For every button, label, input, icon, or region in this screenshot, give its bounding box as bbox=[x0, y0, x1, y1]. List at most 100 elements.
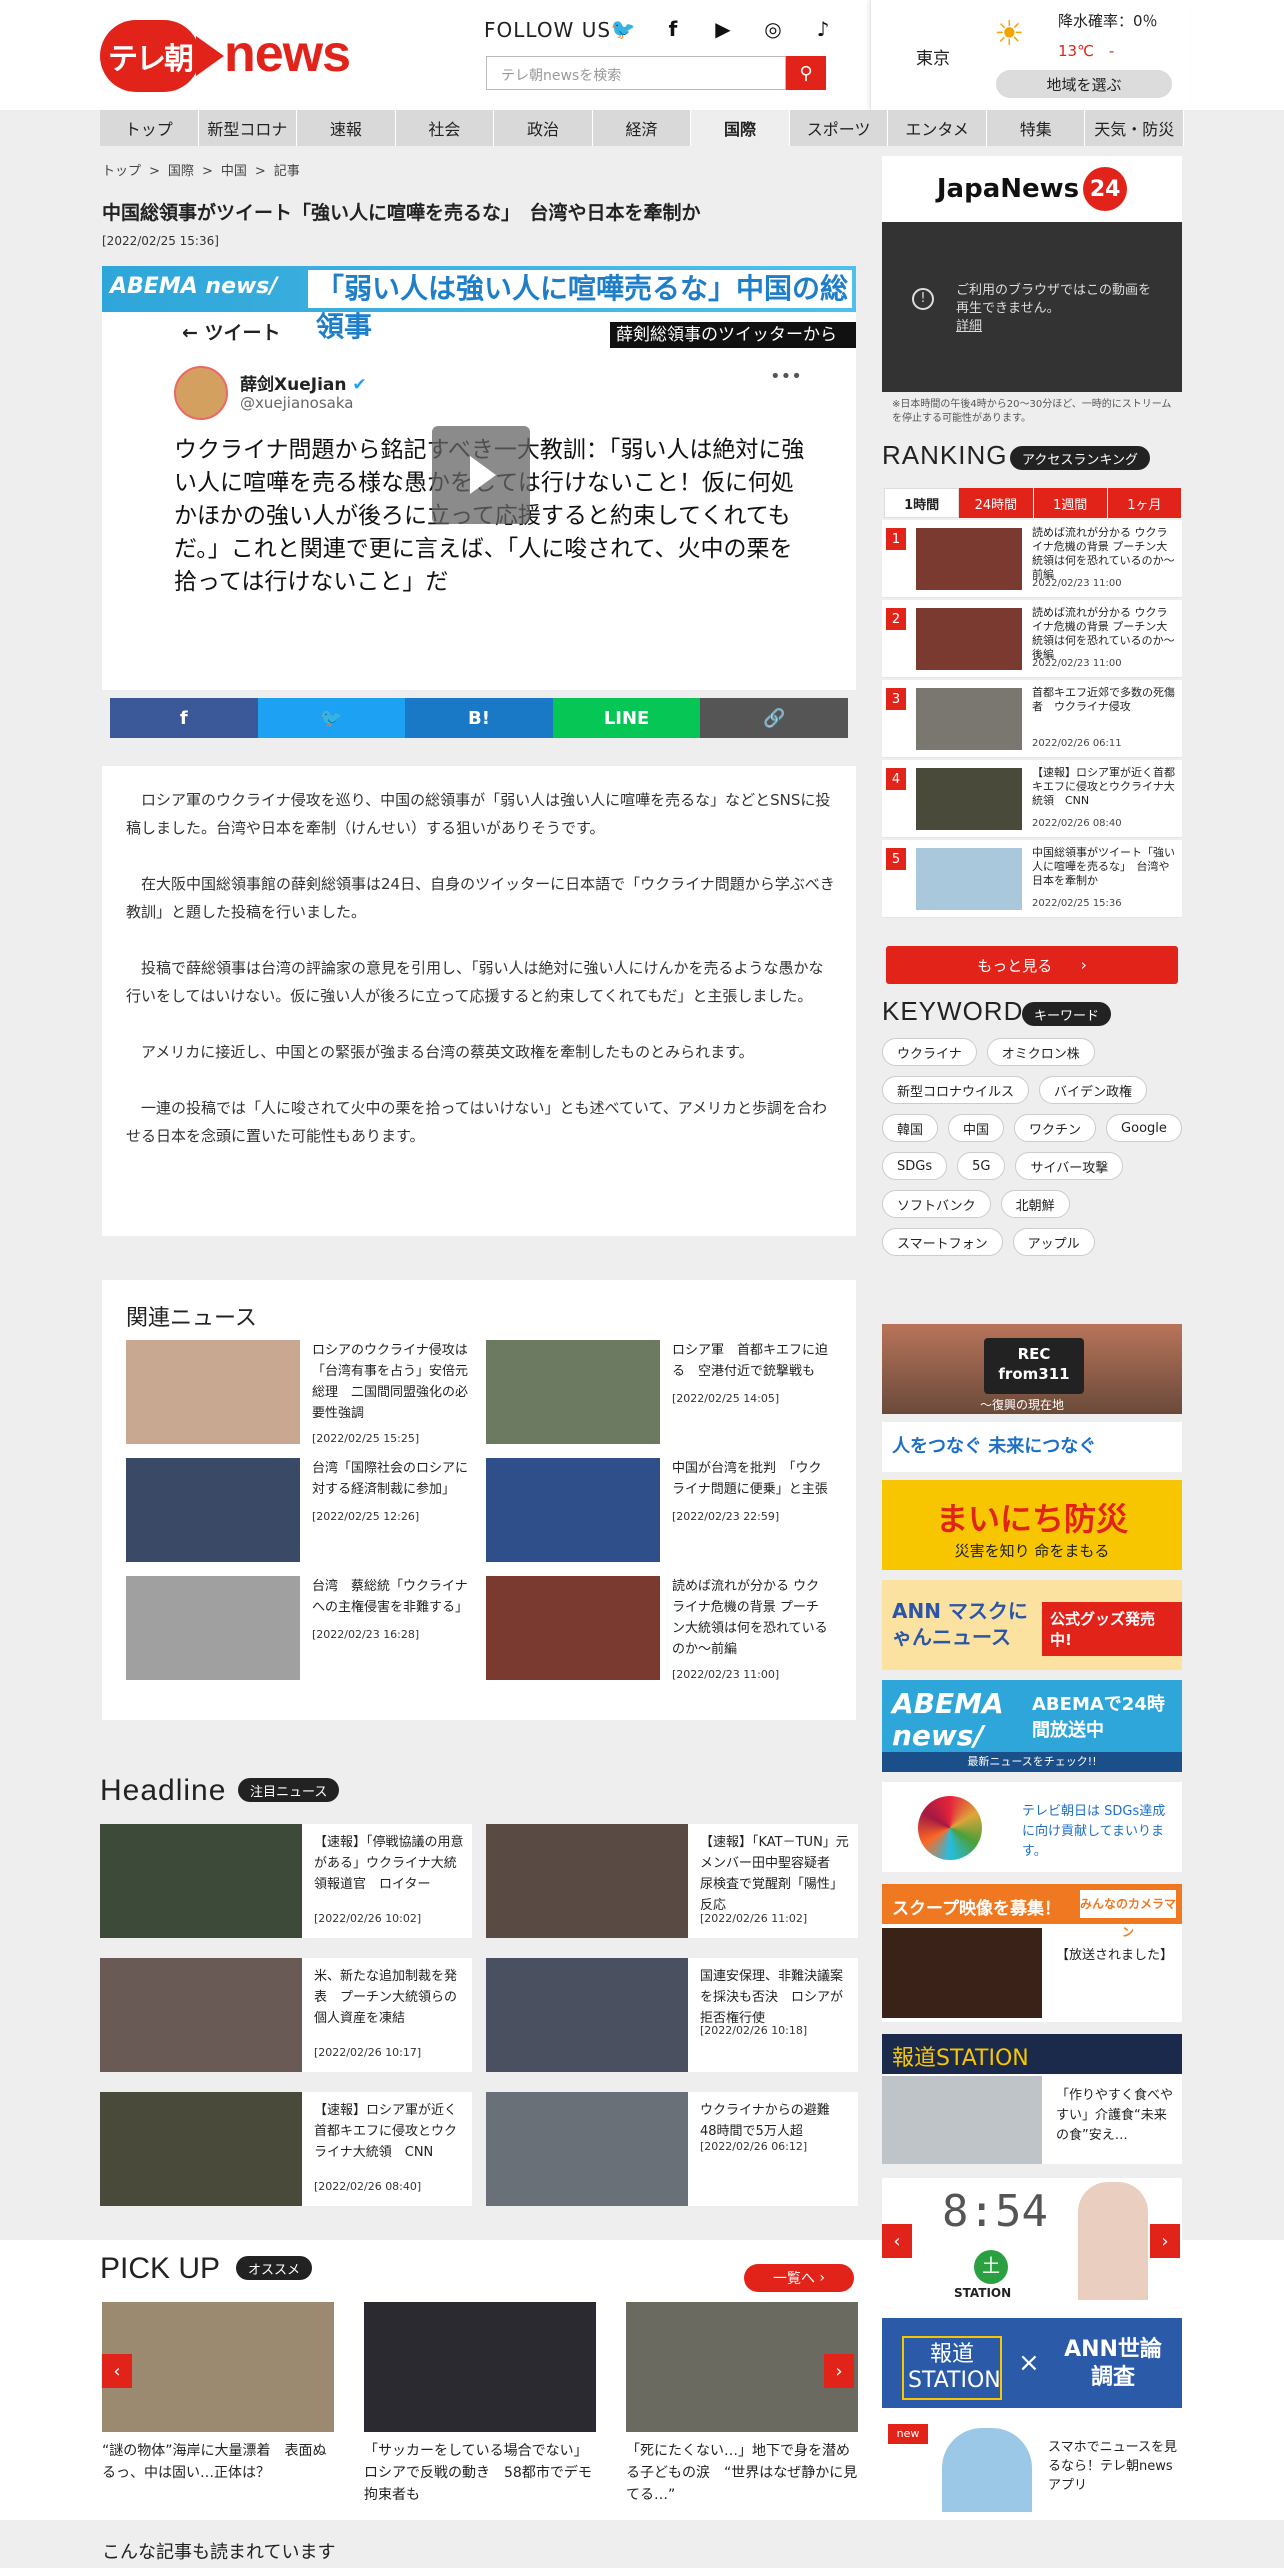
ranking-thumbnail bbox=[916, 608, 1022, 670]
nav-item[interactable]: スポーツ bbox=[789, 110, 889, 146]
headline-item[interactable]: 米、新たな追加制裁を発表 プーチン大統領らの個人資産を凍結 [2022/02/26… bbox=[100, 1958, 472, 2072]
headline-item[interactable]: 【速報】「停戦協議の用意がある」ウクライナ大統領報道官 ロイター [2022/02… bbox=[100, 1824, 472, 1938]
breadcrumb-item[interactable]: 国際 bbox=[168, 164, 194, 179]
nav-item[interactable]: 特集 bbox=[986, 110, 1086, 146]
keyword-tag[interactable]: Google bbox=[1106, 1114, 1182, 1142]
keyword-tag[interactable]: SDGs bbox=[882, 1152, 948, 1180]
keyword-tag[interactable]: ウクライナ bbox=[882, 1038, 977, 1066]
ann-survey-banner[interactable]: 報道STATION × ANN世論調査 bbox=[882, 2318, 1182, 2408]
ranking-item[interactable]: 1 読めば流れが分かる ウクライナ危機の背景 プーチン大統領は何を恐れているのか～… bbox=[882, 520, 1182, 598]
keyword-tag[interactable]: スマートフォン bbox=[882, 1228, 1003, 1256]
keyword-tag[interactable]: ワクチン bbox=[1014, 1114, 1097, 1142]
scoop-banner[interactable]: スクープ映像を募集！ みんなのカメラマン 【放送されました】 bbox=[882, 1884, 1182, 2022]
keyword-tag[interactable]: 北朝鮮 bbox=[1000, 1190, 1070, 1218]
ranking-more-button[interactable]: もっと見る › bbox=[886, 946, 1178, 984]
rec-from311-banner[interactable]: REC from311 ～復興の現在地 bbox=[882, 1324, 1182, 1414]
headline-item-title: 米、新たな追加制裁を発表 プーチン大統領らの個人資産を凍結 bbox=[314, 1969, 458, 2026]
live-stream-player[interactable]: ! ご利用のブラウザではこの動画を再生できません。 詳細 bbox=[882, 222, 1182, 392]
play-button[interactable] bbox=[432, 426, 530, 524]
ranking-tab[interactable]: 1時間 bbox=[884, 488, 960, 518]
breadcrumb-item[interactable]: トップ bbox=[102, 164, 141, 179]
search-button[interactable]: ⚲ bbox=[786, 56, 826, 90]
keyword-tag[interactable]: 中国 bbox=[948, 1114, 1005, 1142]
related-news-item[interactable]: ロシア軍 首都キエフに迫る 空港付近で銃撃戦も [2022/02/25 14:05… bbox=[486, 1340, 830, 1448]
keyword-tag[interactable]: オミクロン株 bbox=[986, 1038, 1095, 1066]
pickup-prev-arrow-icon[interactable]: ‹ bbox=[102, 2354, 132, 2388]
ranking-tab[interactable]: 1週間 bbox=[1033, 488, 1108, 518]
headline-thumbnail bbox=[486, 1958, 688, 2072]
article-paragraph: アメリカに接近し、中国との緊張が強まる台湾の蔡英文政権を牽制したものとみられます… bbox=[141, 1043, 754, 1061]
related-title: 中国が台湾を批判 「ウクライナ問題に便乗」と主張 bbox=[672, 1461, 828, 1497]
mask-nyan-banner[interactable]: ANN マスクにゃんニュース 公式グッズ発売中! bbox=[882, 1580, 1182, 1670]
ranking-item[interactable]: 3 首都キエフ近郊で多数の死傷者 ウクライナ侵攻 2022/02/26 06:11 bbox=[882, 680, 1182, 758]
nav-item[interactable]: 新型コロナ bbox=[198, 110, 298, 146]
pickup-all-button[interactable]: 一覧へ › bbox=[744, 2264, 854, 2292]
facebook-icon[interactable]: f bbox=[660, 16, 686, 42]
share-button[interactable]: 🐦 bbox=[257, 698, 406, 738]
search-input[interactable]: テレ朝newsを検索 bbox=[486, 56, 786, 90]
youtube-icon[interactable]: ▶ bbox=[710, 16, 736, 42]
nav-item[interactable]: エンタメ bbox=[888, 110, 987, 146]
pickup-next-arrow-icon[interactable]: › bbox=[824, 2354, 854, 2388]
keyword-tag[interactable]: 新型コロナウイルス bbox=[882, 1076, 1030, 1104]
sdgs-banner[interactable]: 人をつなぐ 未来につなぐ bbox=[882, 1422, 1182, 1472]
related-news-item[interactable]: 台湾「国際社会のロシアに対する経済制裁に参加」 [2022/02/25 12:26… bbox=[126, 1458, 470, 1566]
japanews24-logo[interactable]: JapaNews 24 bbox=[882, 156, 1182, 222]
pickup-all-label: 一覧へ bbox=[772, 2271, 815, 2287]
nav-item[interactable]: トップ bbox=[100, 110, 199, 146]
app-banner[interactable]: new スマホでニュースを見るなら！テレ朝newsアプリ bbox=[882, 2418, 1182, 2512]
tvasahi-sdgs-banner[interactable]: テレビ朝日は SDGs達成に向け貢献してまいります。 bbox=[882, 1782, 1182, 1872]
nav-item[interactable]: 政治 bbox=[494, 110, 593, 146]
abema-news-banner[interactable]: ABEMA news/ ABEMAで24時間放送中 最新ニュースをチェック!! bbox=[882, 1680, 1182, 1772]
banner-prev-arrow-icon[interactable]: ‹ bbox=[882, 2224, 912, 2258]
ranking-item[interactable]: 2 読めば流れが分かる ウクライナ危機の背景 プーチン大統領は何を恐れているのか～… bbox=[882, 600, 1182, 678]
pickup-item[interactable]: 「死にたくない…」地下で身を潜める子どもの涙 “世界はなぜ静かに見てる…” bbox=[626, 2302, 858, 2506]
station-clock-banner[interactable]: 8:54 土 STATION bbox=[882, 2178, 1182, 2302]
breadcrumb-item[interactable]: 中国 bbox=[221, 164, 247, 179]
keyword-tag[interactable]: ソフトバンク bbox=[882, 1190, 991, 1218]
banner-next-arrow-icon[interactable]: › bbox=[1150, 2224, 1180, 2258]
headline-item[interactable]: 【速報】「KAT－TUN」元メンバー田中聖容疑者 尿検査で覚醒剤「陽性」反応 [2… bbox=[486, 1824, 858, 1938]
nav-item[interactable]: 経済 bbox=[592, 110, 692, 146]
share-button[interactable]: LINE bbox=[552, 698, 701, 738]
share-button[interactable]: B! bbox=[405, 698, 553, 738]
related-news-item[interactable]: 読めば流れが分かる ウクライナ危機の背景 プーチン大統領は何を恐れているのか～前… bbox=[486, 1576, 830, 1684]
keyword-tag[interactable]: バイデン政権 bbox=[1039, 1076, 1148, 1104]
pickup-item[interactable]: 「サッカーをしている場合でない」ロシアで反戦の動き 58都市でデモ拘束者も bbox=[364, 2302, 596, 2506]
related-news-item[interactable]: ロシアのウクライナ侵攻は「台湾有事を占う」安倍元総理 二国間同盟強化の必要性強調… bbox=[126, 1340, 470, 1448]
keyword-tag[interactable]: 5G bbox=[957, 1152, 1006, 1180]
keyword-tag[interactable]: 韓国 bbox=[882, 1114, 939, 1142]
keyword-tag[interactable]: サイバー攻撃 bbox=[1015, 1152, 1124, 1180]
instagram-icon[interactable]: ◎ bbox=[760, 16, 786, 42]
video-detail-link[interactable]: 詳細 bbox=[956, 319, 982, 334]
mainichi-bousai-banner[interactable]: まいにち防災 災害を知り 命をまもる bbox=[882, 1480, 1182, 1570]
related-news-item[interactable]: 台湾 蔡総統「ウクライナへの主権侵害を非難する」 [2022/02/23 16:2… bbox=[126, 1576, 470, 1684]
headline-item[interactable]: ウクライナからの避難 48時間で5万人超 [2022/02/26 06:12] bbox=[486, 2092, 858, 2206]
houdou-station-banner[interactable]: 報道STATION 「作りやすく食べやすい」介護食“未来の食”安え… bbox=[882, 2034, 1182, 2164]
sns-links: 🐦 f ▶ ◎ ♪ bbox=[610, 16, 836, 42]
ranking-item[interactable]: 4 【速報】ロシア軍が近く首都キエフに侵攻とウクライナ大統領 CNN 2022/02… bbox=[882, 760, 1182, 838]
keyword-tag[interactable]: アップル bbox=[1012, 1228, 1095, 1256]
headline-item[interactable]: 【速報】ロシア軍が近く首都キエフに侵攻とウクライナ大統領 CNN [2022/02… bbox=[100, 2092, 472, 2206]
select-region-button[interactable]: 地域を選ぶ bbox=[996, 70, 1172, 98]
nav-item[interactable]: 天気・防災 bbox=[1085, 110, 1185, 146]
site-logo[interactable]: テレ朝 news bbox=[100, 20, 351, 92]
share-button[interactable]: f bbox=[110, 698, 258, 738]
ranking-tab[interactable]: 24時間 bbox=[959, 488, 1034, 518]
anchor-photo bbox=[1078, 2182, 1148, 2300]
rec-logo: REC from311 bbox=[984, 1338, 1084, 1394]
ranking-tab[interactable]: 1ヶ月 bbox=[1107, 488, 1182, 518]
nav-item[interactable]: 速報 bbox=[297, 110, 396, 146]
pickup-item[interactable]: “謎の物体”海岸に大量漂着 表面ぬるっ、中は固い…正体は？ bbox=[102, 2302, 334, 2484]
logo-news-text: news bbox=[224, 25, 351, 83]
houdou-thumbnail bbox=[882, 2076, 1042, 2164]
related-news-item[interactable]: 中国が台湾を批判 「ウクライナ問題に便乗」と主張 [2022/02/23 22:5… bbox=[486, 1458, 830, 1566]
twitter-icon[interactable]: 🐦 bbox=[610, 16, 636, 42]
ranking-item[interactable]: 5 中国総領事がツイート「強い人に喧嘩を売るな」 台湾や日本を牽制か 2022/02… bbox=[882, 840, 1182, 918]
share-button[interactable]: 🔗 bbox=[700, 698, 848, 738]
nav-item[interactable]: 国際 bbox=[691, 110, 790, 146]
tiktok-icon[interactable]: ♪ bbox=[810, 16, 836, 42]
nav-item[interactable]: 社会 bbox=[395, 110, 495, 146]
article-video[interactable]: ABEMA news/ 「弱い人は強い人に喧嘩売るな」中国の総領事 薛剣総領事の… bbox=[102, 266, 856, 690]
headline-item[interactable]: 国連安保理、非難決議案を採決も否決 ロシアが拒否権行使 [2022/02/26 1… bbox=[486, 1958, 858, 2072]
